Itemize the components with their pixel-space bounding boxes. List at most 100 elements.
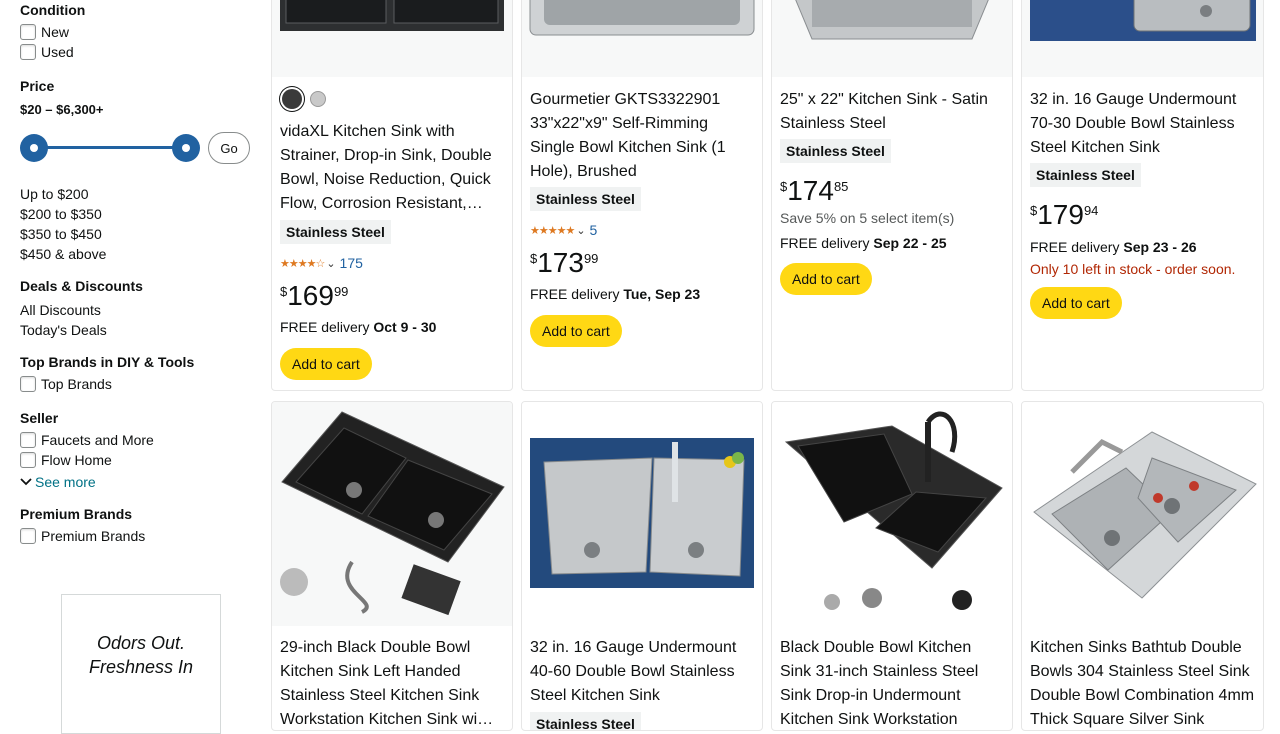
rating-count[interactable]: 175 [340, 255, 363, 271]
checkbox-box[interactable] [20, 432, 36, 448]
checkbox-box[interactable] [20, 24, 36, 40]
premium-brands-checkbox[interactable]: Premium Brands [20, 528, 145, 544]
sink-image [795, 0, 989, 40]
color-swatch-silver[interactable] [310, 91, 326, 107]
price-heading: Price [20, 78, 55, 94]
delivery-label: FREE delivery [530, 286, 624, 302]
material-badge: Stainless Steel [1030, 163, 1141, 187]
price-fraction: 99 [333, 284, 349, 299]
product-title[interactable]: 32 in. 16 Gauge Undermount 40-60 Double … [530, 636, 756, 708]
checkbox-box[interactable] [20, 44, 36, 60]
add-to-cart-button[interactable]: Add to cart [1030, 287, 1122, 319]
product-title[interactable]: Gourmetier GKTS3322901 33"x22"x9" Self-R… [530, 88, 756, 184]
checkbox-label: Faucets and More [41, 432, 154, 448]
todays-deals-link[interactable]: Today's Deals [20, 322, 107, 338]
material-badge: Stainless Steel [530, 712, 641, 730]
product-image[interactable] [772, 0, 1012, 77]
product-image[interactable] [1022, 0, 1263, 77]
sink-image [1033, 431, 1257, 599]
checkbox-box[interactable] [20, 452, 36, 468]
product-title[interactable]: vidaXL Kitchen Sink with Strainer, Drop-… [280, 120, 506, 216]
price-range-link[interactable]: Up to $200 [20, 186, 89, 202]
product-title[interactable]: 25" x 22" Kitchen Sink - Satin Stainless… [780, 88, 1006, 136]
product-card[interactable]: Gourmetier GKTS3322901 33"x22"x9" Self-R… [521, 0, 763, 391]
price-range-link[interactable]: $450 & above [20, 246, 106, 262]
product-image[interactable] [272, 402, 512, 626]
star-rating-icon: ★★★★★ [530, 224, 575, 237]
material-badge: Stainless Steel [780, 139, 891, 163]
add-to-cart-button[interactable]: Add to cart [280, 348, 372, 380]
checkbox-label: Used [41, 44, 74, 60]
sink-image [280, 411, 505, 616]
seller-flow-home-checkbox[interactable]: Flow Home [20, 452, 112, 468]
sponsored-ad[interactable]: Odors Out. Freshness In [61, 594, 221, 734]
filter-sidebar: Condition New Used Price $20 – $6,300+ G… [0, 0, 262, 734]
price-fraction: 94 [1083, 203, 1099, 218]
product-title[interactable]: 32 in. 16 Gauge Undermount 70-30 Double … [1030, 88, 1256, 160]
product-price: $ 179 94 [1030, 200, 1098, 230]
product-card[interactable]: 29-inch Black Double Bowl Kitchen Sink L… [271, 401, 513, 731]
price-symbol: $ [530, 251, 538, 266]
product-title[interactable]: Kitchen Sinks Bathtub Double Bowls 304 S… [1030, 636, 1256, 730]
sink-image [784, 411, 1003, 610]
price-go-button[interactable]: Go [208, 132, 250, 164]
product-price: $ 174 85 [780, 176, 848, 206]
price-range-link[interactable]: $350 to $450 [20, 226, 102, 242]
price-slider-min-handle[interactable] [20, 134, 48, 162]
premium-brands-heading: Premium Brands [20, 506, 133, 522]
delivery-info: FREE delivery Tue, Sep 23 [530, 286, 700, 302]
product-card[interactable]: Black Double Bowl Kitchen Sink 31-inch S… [771, 401, 1013, 731]
ad-headline: Odors Out. [96, 633, 186, 653]
price-slider-max-handle[interactable] [172, 134, 200, 162]
product-card[interactable]: Kitchen Sinks Bathtub Double Bowls 304 S… [1021, 401, 1264, 731]
product-card[interactable]: 32 in. 16 Gauge Undermount 70-30 Double … [1021, 0, 1264, 391]
product-card[interactable]: 32 in. 16 Gauge Undermount 40-60 Double … [521, 401, 763, 731]
delivery-info: FREE delivery Sep 22 - 25 [780, 235, 947, 251]
product-card[interactable]: vidaXL Kitchen Sink with Strainer, Drop-… [271, 0, 513, 391]
color-swatch-black[interactable] [282, 89, 302, 109]
star-rating-icon: ★★★★☆ [280, 257, 325, 270]
checkbox-box[interactable] [20, 376, 36, 392]
checkbox-box[interactable] [20, 528, 36, 544]
price-slider-track[interactable] [34, 146, 186, 149]
product-image[interactable] [772, 402, 1012, 626]
delivery-label: FREE delivery [280, 319, 374, 335]
price-symbol: $ [780, 179, 788, 194]
product-image[interactable] [1022, 402, 1263, 626]
product-rating[interactable]: ★★★★★ ⌄ 5 [530, 222, 597, 238]
sink-image [1030, 0, 1256, 41]
product-image[interactable] [522, 0, 762, 77]
condition-new-checkbox[interactable]: New [20, 24, 69, 40]
product-price: $ 169 99 [280, 281, 348, 311]
checkbox-label: Premium Brands [41, 528, 146, 544]
product-title[interactable]: Black Double Bowl Kitchen Sink 31-inch S… [780, 636, 1006, 730]
savings-text[interactable]: Save 5% on 5 select item(s) [780, 210, 954, 226]
price-range-link[interactable]: $200 to $350 [20, 206, 102, 222]
sink-image [280, 0, 504, 31]
material-badge: Stainless Steel [280, 220, 391, 244]
product-image[interactable] [522, 402, 762, 626]
add-to-cart-button[interactable]: Add to cart [780, 263, 872, 295]
see-more-link[interactable]: See more [20, 474, 96, 490]
checkbox-label: Flow Home [41, 452, 112, 468]
low-stock-warning: Only 10 left in stock - order soon. [1030, 261, 1236, 277]
condition-heading: Condition [20, 2, 86, 18]
product-rating[interactable]: ★★★★☆ ⌄ 175 [280, 255, 363, 271]
add-to-cart-button[interactable]: Add to cart [530, 315, 622, 347]
product-image[interactable] [272, 0, 512, 77]
price-fraction: 99 [583, 251, 599, 266]
product-card[interactable]: 25" x 22" Kitchen Sink - Satin Stainless… [771, 0, 1013, 391]
top-brands-checkbox[interactable]: Top Brands [20, 376, 112, 392]
condition-used-checkbox[interactable]: Used [20, 44, 74, 60]
delivery-info: FREE delivery Oct 9 - 30 [280, 319, 436, 335]
top-brands-heading: Top Brands in DIY & Tools [20, 354, 195, 370]
price-whole: 169 [287, 280, 334, 311]
all-discounts-link[interactable]: All Discounts [20, 302, 101, 318]
product-title[interactable]: 29-inch Black Double Bowl Kitchen Sink L… [280, 636, 506, 730]
seller-heading: Seller [20, 410, 59, 426]
delivery-info: FREE delivery Sep 23 - 26 [1030, 239, 1197, 255]
rating-count[interactable]: 5 [590, 222, 598, 238]
seller-faucets-checkbox[interactable]: Faucets and More [20, 432, 154, 448]
sink-image [530, 438, 754, 588]
checkbox-label: Top Brands [41, 376, 112, 392]
